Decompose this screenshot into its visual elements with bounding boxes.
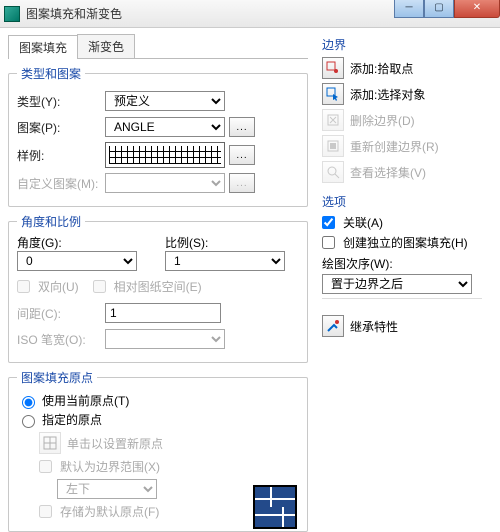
corner-select: 左下 (57, 479, 157, 499)
radio-specified-origin[interactable]: 指定的原点 (17, 411, 299, 428)
pattern-browse-button[interactable]: ... (229, 117, 255, 137)
indep-checkbox-row[interactable]: 创建独立的图案填充(H) (322, 234, 482, 251)
recreate-boundary-button: 重新创建边界(R) (322, 135, 482, 157)
legend-type: 类型和图案 (17, 65, 85, 82)
options-header: 选项 (322, 193, 482, 210)
iso-label: ISO 笔宽(O): (17, 331, 105, 348)
angle-label: 角度(G): (17, 234, 151, 251)
recreate-icon (322, 135, 344, 157)
assoc-checkbox-row[interactable]: 关联(A) (322, 214, 482, 231)
angle-select[interactable]: 0 (17, 251, 137, 271)
indep-checkbox[interactable] (322, 236, 335, 249)
type-select[interactable]: 预定义 (105, 91, 225, 111)
draworder-select[interactable]: 置于边界之后 (322, 274, 472, 294)
delete-boundary-button: 删除边界(D) (322, 109, 482, 131)
custom-browse-button: ... (229, 173, 255, 193)
boundary-header: 边界 (322, 36, 482, 53)
magnifier-icon (322, 161, 344, 183)
window-buttons: ─ ▢ ✕ (394, 0, 500, 18)
radio-current-origin[interactable]: 使用当前原点(T) (17, 392, 299, 409)
assoc-checkbox[interactable] (322, 216, 335, 229)
draworder-label: 绘图次序(W): (322, 255, 482, 272)
pick-point-icon (322, 57, 344, 79)
legend-origin: 图案填充原点 (17, 369, 97, 386)
store-default-checkbox (39, 505, 52, 518)
pattern-select[interactable]: ANGLE (105, 117, 225, 137)
tab-gradient[interactable]: 渐变色 (77, 34, 135, 58)
bidir-checkbox (17, 280, 30, 293)
group-type-pattern: 类型和图案 类型(Y): 预定义 图案(P): ANGLE ... 样例: ..… (8, 65, 308, 207)
iso-select (105, 329, 225, 349)
origin-preview-icon (253, 485, 297, 529)
inherit-button[interactable]: 继承特性 (322, 315, 482, 337)
view-selection-button: 查看选择集(V) (322, 161, 482, 183)
group-angle-scale: 角度和比例 角度(G): 0 比例(S): 1 双向(U) 相对图纸空间(E) … (8, 213, 308, 363)
tab-bar: 图案填充 渐变色 (8, 34, 308, 59)
swatch-browse-button[interactable]: ... (229, 145, 255, 165)
custom-pattern-label: 自定义图案(M): (17, 175, 105, 192)
scale-select[interactable]: 1 (165, 251, 285, 271)
extent-checkbox-row: 默认为边界范围(X) (39, 458, 299, 475)
group-origin: 图案填充原点 使用当前原点(T) 指定的原点 单击以设置新原点 默认为边界范围(… (8, 369, 308, 532)
delete-icon (322, 109, 344, 131)
close-button[interactable]: ✕ (454, 0, 500, 18)
paperspace-checkbox (93, 280, 106, 293)
set-origin-label: 单击以设置新原点 (67, 435, 163, 452)
app-icon (4, 6, 20, 22)
maximize-button[interactable]: ▢ (424, 0, 454, 18)
spacing-input[interactable] (105, 303, 221, 323)
title-bar: 图案填充和渐变色 ─ ▢ ✕ (0, 0, 500, 28)
add-pick-button[interactable]: 添加:拾取点 (322, 57, 482, 79)
extent-checkbox (39, 460, 52, 473)
set-origin-icon (39, 432, 61, 454)
pattern-label: 图案(P): (17, 119, 105, 136)
scale-label: 比例(S): (165, 234, 299, 251)
legend-scale: 角度和比例 (17, 213, 85, 230)
custom-pattern-select (105, 173, 225, 193)
type-label: 类型(Y): (17, 93, 105, 110)
bidir-checkbox-row: 双向(U) (17, 278, 79, 295)
add-select-button[interactable]: 添加:选择对象 (322, 83, 482, 105)
pattern-swatch[interactable] (105, 142, 225, 168)
tab-fill[interactable]: 图案填充 (8, 35, 78, 59)
swatch-label: 样例: (17, 147, 105, 164)
inherit-icon (322, 315, 344, 337)
select-object-icon (322, 83, 344, 105)
minimize-button[interactable]: ─ (394, 0, 424, 18)
spacing-label: 间距(C): (17, 305, 105, 322)
paperspace-checkbox-row: 相对图纸空间(E) (93, 278, 202, 295)
